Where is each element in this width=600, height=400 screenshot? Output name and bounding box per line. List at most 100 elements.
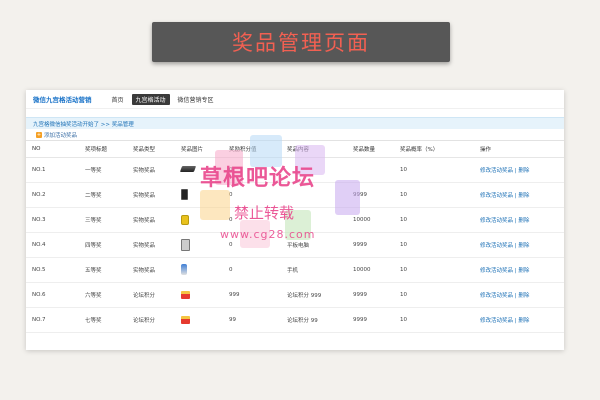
cell-qty: 10000	[347, 257, 394, 283]
cell-no: NO.2	[26, 182, 79, 208]
cell-qty	[347, 157, 394, 183]
cell-content: 手机	[281, 257, 347, 283]
edit-prize-link[interactable]: 修改活动奖品	[480, 318, 513, 324]
col-header: NO	[26, 141, 79, 158]
cell-type: 实物奖品	[127, 157, 175, 183]
cell-no: NO.6	[26, 282, 79, 308]
cell-no: NO.1	[26, 157, 79, 183]
cell-ops: 修改活动奖品 | 删除	[474, 157, 564, 183]
figure-icon	[181, 264, 187, 275]
cell-points: 99	[223, 307, 281, 333]
envelope-icon	[181, 290, 190, 299]
envelope-icon	[181, 315, 190, 324]
separator: |	[514, 192, 517, 199]
top-nav: 微信九宫格活动营销 首页 九宫格活动 微信营销专区	[26, 90, 564, 109]
nav-item-wechat-marketing[interactable]: 微信营销专区	[176, 94, 216, 105]
tablet-icon	[181, 238, 190, 251]
cell-ops: 修改活动奖品 | 删除	[474, 257, 564, 283]
delete-link[interactable]: 删除	[518, 293, 529, 299]
cell-title: 三等奖	[79, 207, 127, 233]
cell-points: 0	[223, 257, 281, 283]
cell-type: 实物奖品	[127, 182, 175, 208]
edit-prize-link[interactable]: 修改活动奖品	[480, 293, 513, 299]
cell-type: 论坛积分	[127, 282, 175, 308]
delete-link[interactable]: 删除	[518, 218, 529, 224]
separator: |	[514, 267, 517, 274]
table-row: NO.7 七等奖 论坛积分 99 论坛积分 99 9999 10 修改活动奖品 …	[26, 307, 564, 333]
separator: |	[514, 292, 517, 299]
add-icon[interactable]: +	[36, 131, 42, 138]
watermark-url: www.cg28.com	[220, 228, 316, 241]
cell-content: 论坛积分 99	[281, 307, 347, 333]
delete-link[interactable]: 删除	[518, 193, 529, 199]
cell-title: 五等奖	[79, 257, 127, 283]
col-header: 奖品图片	[175, 141, 223, 158]
separator: |	[514, 167, 517, 174]
cell-no: NO.5	[26, 257, 79, 283]
cell-no: NO.7	[26, 307, 79, 333]
cell-title: 二等奖	[79, 182, 127, 208]
delete-link[interactable]: 删除	[518, 243, 529, 249]
cell-prob: 10	[394, 307, 474, 333]
cell-prob: 10	[394, 207, 474, 233]
cell-ops: 修改活动奖品 | 删除	[474, 207, 564, 233]
cell-qty: 9999	[347, 282, 394, 308]
laptop-icon	[179, 166, 197, 173]
cell-qty: 9999	[347, 182, 394, 208]
cell-ops: 修改活动奖品 | 删除	[474, 182, 564, 208]
cell-prob: 10	[394, 232, 474, 258]
cell-type: 实物奖品	[127, 232, 175, 258]
col-header: 奖品数量	[347, 141, 394, 158]
edit-prize-link[interactable]: 修改活动奖品	[480, 218, 513, 224]
table-row: NO.5 五等奖 实物奖品 0 手机 10000 10 修改活动奖品 | 删除	[26, 257, 564, 283]
phone-icon	[181, 189, 188, 200]
cell-image	[175, 307, 223, 333]
col-header: 操作	[474, 141, 564, 158]
cell-type: 实物奖品	[127, 207, 175, 233]
cell-no: NO.3	[26, 207, 79, 233]
delete-link[interactable]: 删除	[518, 168, 529, 174]
col-header: 奖项标题	[79, 141, 127, 158]
edit-prize-link[interactable]: 修改活动奖品	[480, 268, 513, 274]
admin-panel: 微信九宫格活动营销 首页 九宫格活动 微信营销专区 九宫格微信抽奖活动开始了 >…	[26, 90, 564, 350]
cell-qty: 9999	[347, 232, 394, 258]
page-banner: 奖品管理页面	[152, 22, 450, 62]
separator: |	[514, 217, 517, 224]
cell-prob: 10	[394, 257, 474, 283]
cell-type: 实物奖品	[127, 257, 175, 283]
nav-item-nine-grid[interactable]: 九宫格活动	[131, 93, 170, 105]
col-header: 奖品概率（%）	[394, 141, 474, 158]
edit-prize-link[interactable]: 修改活动奖品	[480, 168, 513, 174]
cell-title: 一等奖	[79, 157, 127, 183]
cell-image	[175, 257, 223, 283]
cell-title: 六等奖	[79, 282, 127, 308]
cell-qty: 10000	[347, 207, 394, 233]
cell-title: 四等奖	[79, 232, 127, 258]
table-header-row: NO 奖项标题 奖品类型 奖品图片 奖励积分值 奖品内容 奖品数量 奖品概率（%…	[26, 141, 564, 158]
delete-link[interactable]: 删除	[518, 268, 529, 274]
banner-title: 奖品管理页面	[232, 31, 370, 55]
edit-prize-link[interactable]: 修改活动奖品	[480, 243, 513, 249]
col-header: 奖品内容	[281, 141, 347, 158]
cell-ops: 修改活动奖品 | 删除	[474, 307, 564, 333]
col-header: 奖励积分值	[223, 141, 281, 158]
separator: |	[514, 317, 517, 324]
delete-link[interactable]: 删除	[518, 318, 529, 324]
add-prize-button[interactable]: 添加活动奖品	[44, 131, 77, 139]
cell-prob: 10	[394, 182, 474, 208]
breadcrumb: 九宫格微信抽奖活动开始了 >> 奖品管理	[26, 117, 564, 129]
separator: |	[514, 242, 517, 249]
nav-item-home[interactable]: 首页	[110, 94, 126, 105]
cell-prob: 10	[394, 282, 474, 308]
cell-points: 999	[223, 282, 281, 308]
edit-prize-link[interactable]: 修改活动奖品	[480, 193, 513, 199]
cell-no: NO.4	[26, 232, 79, 258]
watermark-subtitle: 禁止转载	[234, 204, 295, 222]
cell-type: 论坛积分	[127, 307, 175, 333]
watch-icon	[181, 214, 189, 225]
col-header: 奖品类型	[127, 141, 175, 158]
cell-title: 七等奖	[79, 307, 127, 333]
add-prize-bar: + 添加活动奖品	[26, 129, 564, 141]
cell-ops: 修改活动奖品 | 删除	[474, 232, 564, 258]
cell-image	[175, 232, 223, 258]
